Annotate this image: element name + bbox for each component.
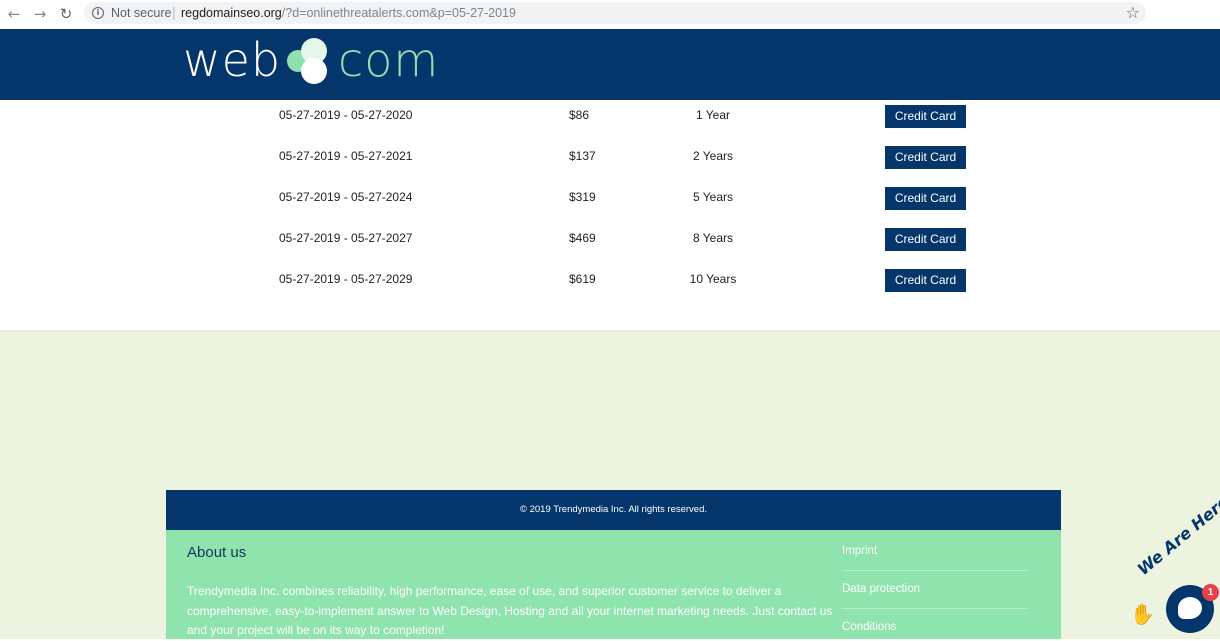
back-arrow-icon[interactable]: ← (4, 4, 24, 24)
period-price: $137 (569, 149, 596, 163)
period-term: 1 Year (695, 108, 731, 122)
period-dates: 05-27-2019 - 05-27-2027 (279, 231, 413, 245)
credit-card-button[interactable]: Credit Card (885, 187, 966, 210)
not-secure-label: Not secure (111, 6, 172, 20)
site-header: web com (0, 29, 1220, 100)
copyright-bar: © 2019 Trendymedia Inc. All rights reser… (166, 490, 1061, 530)
credit-card-button[interactable]: Credit Card (885, 105, 966, 128)
period-dates: 05-27-2019 - 05-27-2020 (279, 108, 413, 122)
pricing-row: 05-27-2019 - 05-27-2020 $86 1 Year Credi… (0, 102, 1220, 143)
about-text: Trendymedia Inc. combines reliability, h… (187, 584, 833, 637)
period-dates: 05-27-2019 - 05-27-2021 (279, 149, 413, 163)
period-price: $619 (569, 272, 596, 286)
logo-text-com: com (338, 33, 440, 87)
footer-link-divider (842, 570, 1028, 571)
period-dates: 05-27-2019 - 05-27-2024 (279, 190, 413, 204)
chat-unread-badge: 1 (1202, 584, 1219, 601)
footer-link-conditions[interactable]: Conditions (842, 621, 896, 633)
url-separator: | (172, 4, 176, 20)
pricing-row: 05-27-2019 - 05-27-2021 $137 2 Years Cre… (0, 143, 1220, 184)
waving-hand-icon: ✋ (1130, 602, 1155, 626)
pricing-row: 05-27-2019 - 05-27-2029 $619 10 Years Cr… (0, 266, 1220, 307)
period-term: 10 Years (689, 272, 737, 286)
address-bar[interactable]: i Not secure | regdomainseo.org/?d=onlin… (84, 2, 1146, 24)
period-term: 5 Years (692, 190, 734, 204)
chat-bubble-icon (1178, 597, 1202, 619)
footer-link-imprint[interactable]: Imprint (842, 545, 877, 557)
star-icon[interactable]: ☆ (1126, 3, 1140, 22)
url-path: /?d=onlinethreatalerts.com&p=05-27-2019 (281, 6, 516, 20)
about-title: About us (187, 544, 247, 561)
period-dates: 05-27-2019 - 05-27-2029 (279, 272, 413, 286)
period-price: $319 (569, 190, 596, 204)
credit-card-button[interactable]: Credit Card (885, 146, 966, 169)
pricing-row: 05-27-2019 - 05-27-2024 $319 5 Years Cre… (0, 184, 1220, 225)
url-text[interactable]: regdomainseo.org/?d=onlinethreatalerts.c… (181, 6, 516, 20)
forward-arrow-icon[interactable]: → (30, 4, 50, 24)
period-price: $469 (569, 231, 596, 245)
period-price: $86 (569, 108, 590, 122)
browser-toolbar: ← → ↻ i Not secure | regdomainseo.org/?d… (0, 0, 1220, 28)
reload-icon[interactable]: ↻ (56, 4, 76, 24)
url-host: regdomainseo.org (181, 6, 282, 20)
logo-circles-icon (287, 38, 327, 84)
period-term: 2 Years (692, 149, 734, 163)
footer-main: About us Trendymedia Inc. combines relia… (166, 530, 1061, 639)
pricing-row: 05-27-2019 - 05-27-2027 $469 8 Years Cre… (0, 225, 1220, 266)
footer-link-divider (842, 608, 1028, 609)
credit-card-button[interactable]: Credit Card (885, 269, 966, 292)
info-icon[interactable]: i (92, 7, 104, 19)
credit-card-button[interactable]: Credit Card (885, 228, 966, 251)
footer-link-data-protection[interactable]: Data protection (842, 583, 920, 595)
logo-text-web: web (183, 33, 282, 87)
period-term: 8 Years (692, 231, 734, 245)
